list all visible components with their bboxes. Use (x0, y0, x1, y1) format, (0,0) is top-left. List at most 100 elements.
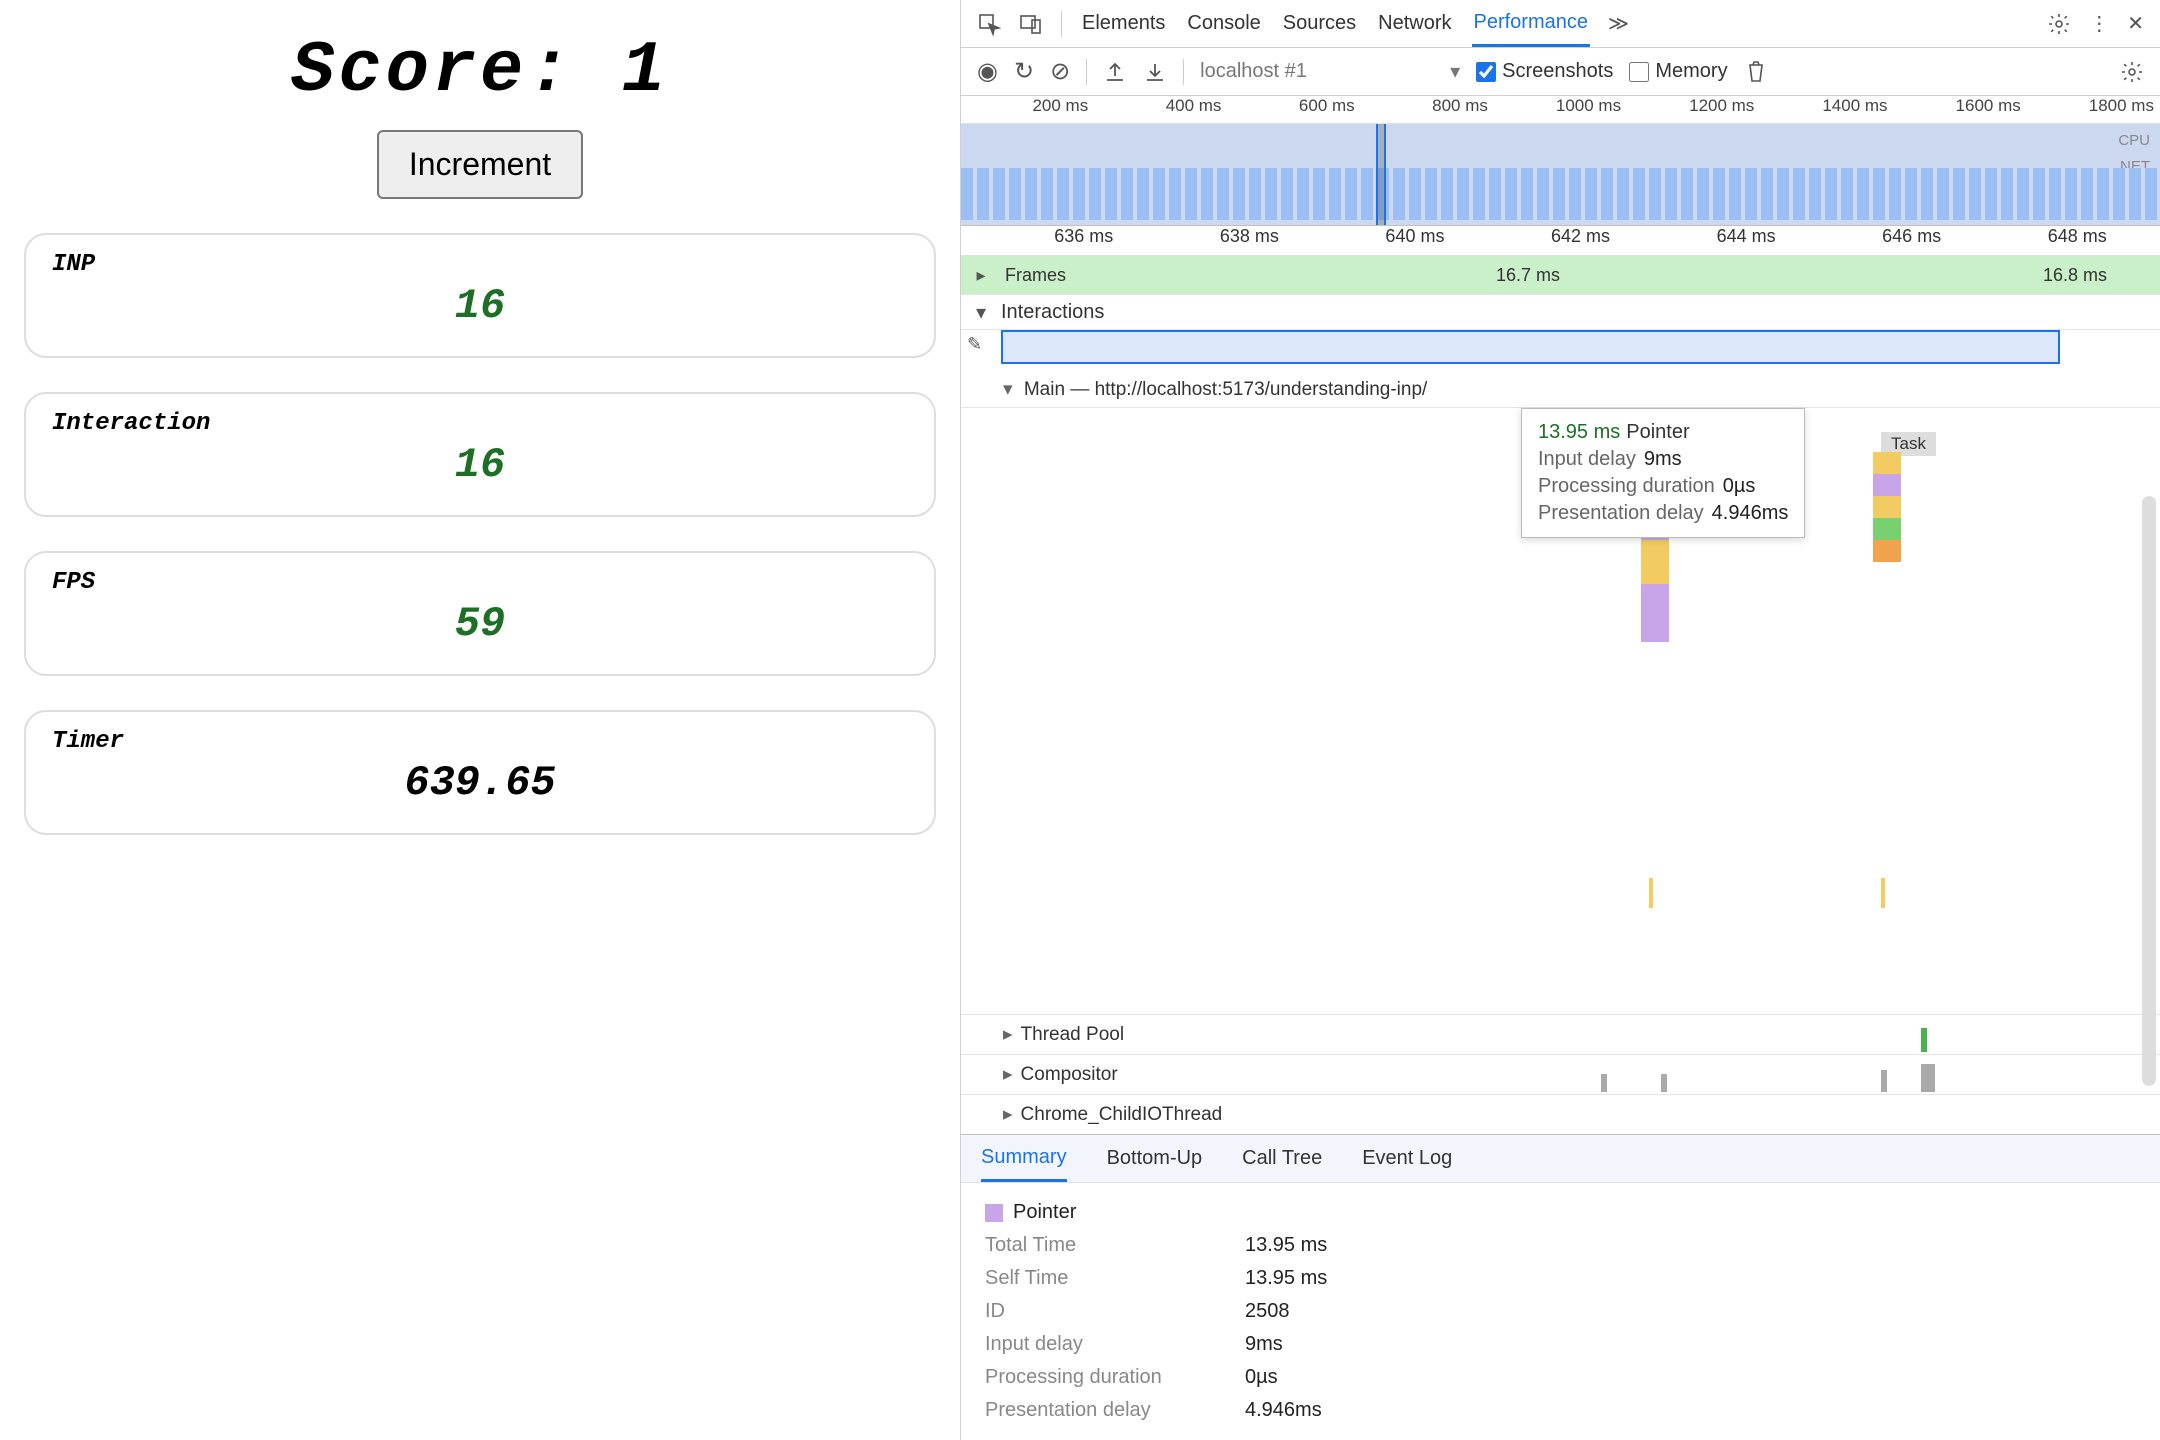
reload-icon[interactable]: ↻ (1014, 57, 1034, 86)
summary-title: Pointer (1013, 1201, 1076, 1224)
track-frames[interactable]: ▸ Frames 16.7 ms 16.8 ms (961, 256, 2160, 294)
tab-console[interactable]: Console (1185, 2, 1262, 45)
color-swatch (985, 1204, 1003, 1222)
bottom-panel: Summary Bottom-Up Call Tree Event Log Po… (961, 1134, 2160, 1440)
tooltip-k: Presentation delay (1538, 502, 1704, 524)
card-value-inp: 16 (52, 282, 908, 330)
profile-select[interactable]: localhost #1 ▾ (1200, 59, 1460, 84)
summary-v: 4.946ms (1245, 1399, 1322, 1422)
expand-icon[interactable]: ▸ (1003, 1023, 1013, 1046)
card-timer: Timer 639.65 (24, 710, 936, 835)
card-value-interaction: 16 (52, 441, 908, 489)
collapse-icon[interactable]: ▾ (1003, 379, 1013, 400)
detail-tick: 636 ms (1001, 226, 1167, 255)
card-fps: FPS 59 (24, 551, 936, 676)
download-icon[interactable] (1143, 60, 1167, 84)
flame-tick (1881, 878, 1885, 908)
chevron-down-icon: ▾ (1450, 59, 1460, 84)
detail-tick: 638 ms (1167, 226, 1333, 255)
detail-tick: 648 ms (1994, 226, 2160, 255)
expand-icon[interactable]: ▸ (1003, 1063, 1013, 1086)
tab-performance[interactable]: Performance (1472, 1, 1591, 47)
flame-tick (1921, 1028, 1927, 1052)
upload-icon[interactable] (1103, 60, 1127, 84)
summary-v: 0µs (1245, 1366, 1278, 1389)
tabs-overflow-icon[interactable]: ≫ (1608, 11, 1629, 36)
summary-k: Presentation delay (985, 1399, 1225, 1422)
inspect-element-icon[interactable] (977, 12, 1001, 36)
tooltip-v: 9ms (1644, 448, 1682, 470)
card-interaction: Interaction 16 (24, 392, 936, 517)
track-compositor[interactable]: ▸ Compositor (961, 1054, 2160, 1094)
tooltip-time: 13.95 ms (1538, 421, 1620, 443)
record-icon[interactable]: ◉ (977, 57, 998, 86)
tooltip-v: 0µs (1723, 475, 1756, 497)
track-label: Interactions (1001, 301, 1104, 324)
bottom-tab-eventlog[interactable]: Event Log (1362, 1137, 1452, 1180)
screenshots-checkbox[interactable]: Screenshots (1476, 60, 1613, 83)
tab-sources[interactable]: Sources (1281, 2, 1358, 45)
summary-panel: Pointer Total Time13.95 ms Self Time13.9… (961, 1183, 2160, 1440)
track-main[interactable]: ▾ Main — http://localhost:5173/understan… (961, 368, 2160, 408)
summary-k: ID (985, 1300, 1225, 1323)
tooltip: 13.95 ms Pointer Input delay 9ms Processin… (1521, 408, 1805, 538)
tooltip-v: 4.946ms (1712, 502, 1789, 524)
gear-icon[interactable] (2047, 12, 2071, 36)
overview-net-band (961, 168, 2160, 220)
detail-axis: 636 ms 638 ms 640 ms 642 ms 644 ms 646 m… (961, 226, 2160, 256)
track-label: Main — http://localhost:5173/understandi… (1024, 379, 1427, 400)
tab-elements[interactable]: Elements (1080, 2, 1167, 45)
expand-icon[interactable]: ▸ (1003, 1103, 1013, 1126)
summary-k: Processing duration (985, 1366, 1225, 1389)
track-childio[interactable]: ▸ Chrome_ChildIOThread (961, 1094, 2160, 1134)
collapse-icon[interactable]: ▾ (961, 300, 1001, 325)
expand-icon[interactable]: ▸ (961, 265, 1001, 286)
device-toolbar-icon[interactable] (1019, 12, 1043, 36)
overview-tick: 400 ms (1094, 96, 1227, 123)
profile-name: localhost #1 (1200, 60, 1307, 83)
scrollbar[interactable] (2142, 496, 2156, 1086)
card-label-fps: FPS (52, 569, 908, 596)
track-interactions[interactable]: ▾ Interactions (961, 294, 2160, 330)
pencil-icon[interactable]: ✎ (967, 334, 982, 355)
bottom-tab-bottomup[interactable]: Bottom-Up (1107, 1137, 1203, 1180)
overview-selection-handle[interactable] (1376, 124, 1386, 225)
profile-toolbar: ◉ ↻ ⊘ localhost #1 ▾ Screenshots Memory (961, 48, 2160, 96)
interaction-bar[interactable] (1001, 330, 2060, 364)
track-label: Chrome_ChildIOThread (1021, 1104, 1223, 1126)
increment-button[interactable]: Increment (377, 130, 583, 199)
detail-tick: 640 ms (1332, 226, 1498, 255)
kebab-menu-icon[interactable]: ⋮ (2089, 11, 2109, 36)
close-icon[interactable]: ✕ (2127, 11, 2144, 36)
flame-canvas[interactable]: 13.95 ms Pointer Input delay 9ms Processin… (961, 408, 2160, 1014)
summary-k: Self Time (985, 1267, 1225, 1290)
card-value-timer: 639.65 (52, 759, 908, 807)
gear-icon[interactable] (2120, 60, 2144, 84)
track-thread-pool[interactable]: ▸ Thread Pool (961, 1014, 2160, 1054)
tab-network[interactable]: Network (1376, 2, 1453, 45)
flame-stack[interactable] (1873, 452, 1901, 562)
clear-icon[interactable]: ⊘ (1050, 57, 1070, 86)
gc-icon[interactable] (1744, 60, 1768, 84)
bottom-tab-calltree[interactable]: Call Tree (1242, 1137, 1322, 1180)
card-value-fps: 59 (52, 600, 908, 648)
overview-axis: 200 ms 400 ms 600 ms 800 ms 1000 ms 1200… (961, 96, 2160, 124)
overview-tick: 1800 ms (2027, 96, 2160, 123)
overview-tick: 1600 ms (1894, 96, 2027, 123)
track-value: 16.8 ms (1990, 265, 2160, 286)
detail-tick: 642 ms (1498, 226, 1664, 255)
track-label: Thread Pool (1021, 1024, 1125, 1046)
tooltip-k: Input delay (1538, 448, 1636, 470)
overview-tick: 1400 ms (1760, 96, 1893, 123)
track-label: Frames (1001, 265, 1066, 286)
bottom-tab-summary[interactable]: Summary (981, 1136, 1067, 1182)
summary-v: 9ms (1245, 1333, 1283, 1356)
tooltip-name: Pointer (1626, 421, 1689, 443)
tooltip-k: Processing duration (1538, 475, 1715, 497)
memory-checkbox[interactable]: Memory (1629, 60, 1727, 83)
summary-v: 2508 (1245, 1300, 1290, 1323)
flame-tick (1881, 1070, 1887, 1092)
detail-tick: 644 ms (1663, 226, 1829, 255)
overview-timeline[interactable]: 200 ms 400 ms 600 ms 800 ms 1000 ms 1200… (961, 96, 2160, 226)
summary-v: 13.95 ms (1245, 1267, 1327, 1290)
